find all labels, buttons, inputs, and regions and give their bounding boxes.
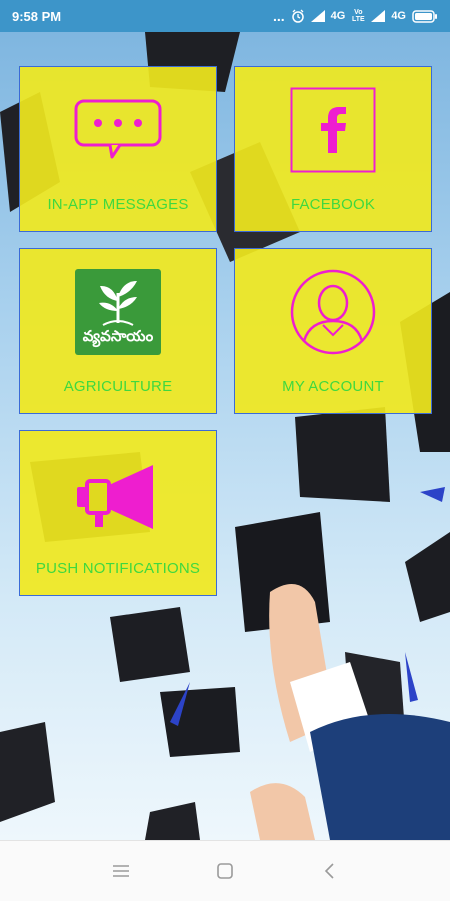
notification-dots: ... [272,8,285,24]
tile-label: PUSH NOTIFICATIONS [35,560,201,577]
signal-icon [310,10,325,22]
chat-bubble-icon [74,99,162,164]
signal-icon-2 [371,10,386,22]
alarm-icon [291,9,305,23]
network-type-2: 4G [391,10,406,22]
back-icon [324,863,334,879]
agriculture-logo-text: వ్యవసాయం [82,327,154,345]
tile-my-account[interactable]: MY ACCOUNT [234,248,432,414]
tile-label: MY ACCOUNT [282,378,384,395]
status-icons: ... 4G Vo LTE 4G [273,8,438,24]
facebook-icon [290,87,376,178]
home-icon [217,863,233,879]
tile-label: FACEBOOK [290,196,376,213]
megaphone-icon [73,455,163,540]
tile-in-app-messages[interactable]: IN-APP MESSAGES [19,66,217,232]
network-type-1: 4G [330,10,346,22]
menu-icon [113,865,129,877]
user-account-icon [290,269,376,360]
status-bar: 9:58 PM ... 4G Vo LTE 4G [0,0,450,32]
battery-icon [412,9,438,23]
tile-facebook[interactable]: FACEBOOK [234,66,432,232]
status-time: 9:58 PM [12,8,62,24]
home-button[interactable] [211,857,239,885]
menu-button[interactable] [107,857,135,885]
tile-label: IN-APP MESSAGES [47,196,189,213]
navigation-bar [0,840,450,901]
agriculture-logo: వ్యవసాయం [75,269,161,355]
tile-push-notifications[interactable]: PUSH NOTIFICATIONS [19,430,217,596]
volte-label: Vo LTE [351,9,365,23]
tile-agriculture[interactable]: వ్యవసాయం AGRICULTURE [19,248,217,414]
tile-label: AGRICULTURE [63,378,173,395]
back-button[interactable] [315,857,343,885]
